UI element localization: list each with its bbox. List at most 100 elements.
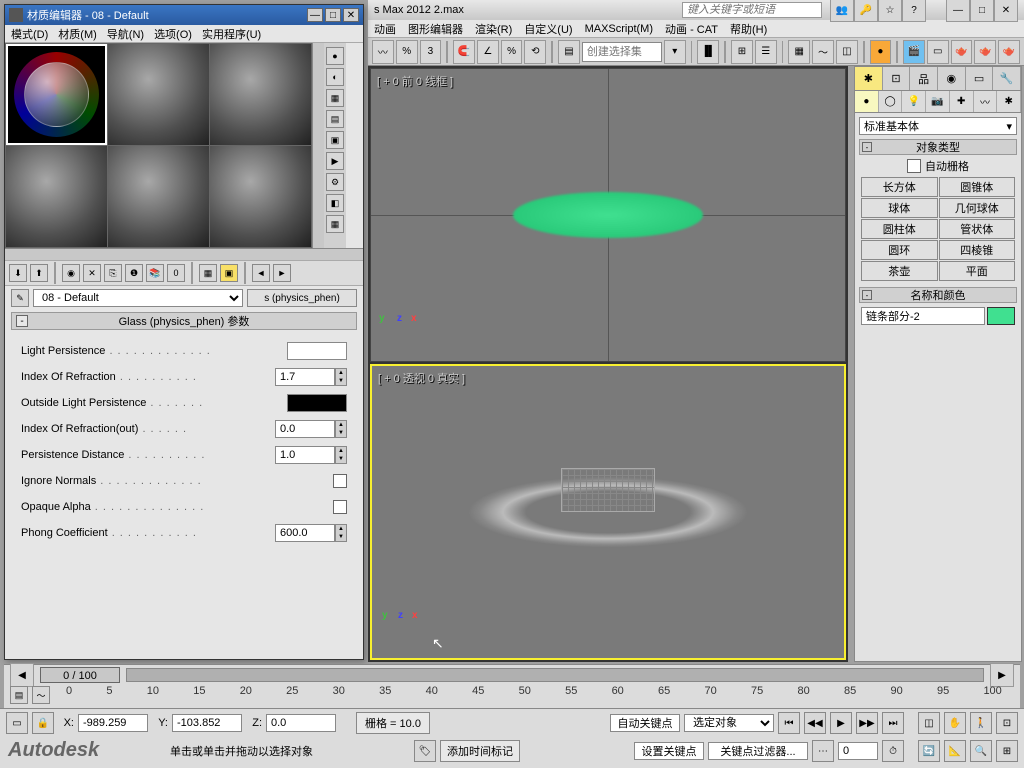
key-mode-dropdown[interactable]: 选定对象	[684, 714, 774, 732]
slots-scrollbar[interactable]	[312, 43, 324, 248]
menu-animation-cat[interactable]: 动画 - CAT	[665, 21, 718, 37]
arc-rotate-icon[interactable]: 🔄	[918, 740, 940, 762]
glass-rollout-header[interactable]: - Glass (physics_phen) 参数	[11, 312, 357, 330]
cameras-subtab[interactable]: 📷	[926, 91, 950, 112]
box-button[interactable]: 长方体	[861, 177, 938, 197]
viewport-front[interactable]: [ + 0 前 0 线框 ] z x y	[370, 68, 846, 362]
layers-icon[interactable]: ☰	[755, 40, 777, 64]
key-mode-toggle-icon[interactable]: ⋯	[812, 740, 834, 762]
x-coord-input[interactable]	[78, 714, 148, 732]
time-config-icon[interactable]: ⏱	[882, 740, 904, 762]
viewport-perspective[interactable]: [ + 0 透视 0 真实 ] z x y ↖	[370, 364, 846, 660]
selection-filter-icon[interactable]: ▤	[558, 40, 580, 64]
material-editor-icon[interactable]: ●	[870, 40, 892, 64]
material-slot-6[interactable]	[210, 146, 311, 247]
close-icon[interactable]: ✕	[343, 8, 359, 22]
zoom-extents-icon[interactable]: ⊡	[996, 712, 1018, 734]
key-icon[interactable]: 🔑	[854, 0, 878, 22]
hierarchy-tab[interactable]: 品	[910, 67, 938, 90]
info-icon[interactable]: 👥	[830, 0, 854, 22]
time-prev-icon[interactable]: ◀	[10, 663, 34, 687]
modify-tab[interactable]: ⊡	[883, 67, 911, 90]
ior-out-spinner-arrows[interactable]: ▲▼	[335, 420, 347, 438]
mat-menu-material[interactable]: 材质(M)	[58, 26, 97, 42]
prev-frame-icon[interactable]: ◀◀	[804, 712, 826, 734]
trackbar[interactable]: 0510 152025 303540 455055 606570 758085 …	[54, 685, 1014, 705]
render-prod-icon[interactable]: 🫖	[951, 40, 973, 64]
select-by-mat-icon[interactable]: ◧	[326, 194, 344, 212]
maxscript-listener-icon[interactable]: ▭	[6, 712, 28, 734]
mat-id-icon[interactable]: 0	[167, 264, 185, 282]
menu-rendering[interactable]: 渲染(R)	[475, 21, 512, 37]
graphite-icon[interactable]: ▦	[788, 40, 810, 64]
render-iter-icon[interactable]: 🫖	[974, 40, 996, 64]
render-setup-icon[interactable]: 🎬	[903, 40, 925, 64]
autogrid-checkbox[interactable]	[907, 159, 921, 173]
help-search-input[interactable]	[682, 2, 822, 18]
fov-icon[interactable]: 📐	[944, 740, 966, 762]
material-editor-titlebar[interactable]: 材质编辑器 - 08 - Default — □ ✕	[5, 5, 363, 25]
name-color-header[interactable]: - 名称和颜色	[859, 287, 1017, 303]
plane-button[interactable]: 平面	[939, 261, 1016, 281]
material-name-dropdown[interactable]: 08 - Default	[33, 289, 243, 307]
trackbar-curves-icon[interactable]: 〜	[32, 686, 50, 704]
help-icon[interactable]: ?	[902, 0, 926, 22]
render-icon[interactable]: 🫖	[998, 40, 1020, 64]
current-frame-input[interactable]	[838, 742, 878, 760]
menu-help[interactable]: 帮助(H)	[730, 21, 767, 37]
maximize-icon[interactable]: □	[970, 0, 994, 22]
object-color-swatch[interactable]	[987, 307, 1015, 325]
autokey-button[interactable]: 自动关键点	[610, 714, 680, 732]
make-unique-icon[interactable]: ❶	[125, 264, 143, 282]
isolate-icon[interactable]: ◫	[918, 712, 940, 734]
key-filters-button[interactable]: 关键点过滤器...	[708, 742, 808, 760]
ior-spinner-arrows[interactable]: ▲▼	[335, 368, 347, 386]
curve-editor-icon[interactable]: 〜	[812, 40, 834, 64]
menu-graph-editors[interactable]: 图形编辑器	[408, 21, 463, 37]
mat-menu-mode[interactable]: 模式(D)	[11, 26, 48, 42]
walk-icon[interactable]: 🚶	[970, 712, 992, 734]
close-icon[interactable]: ✕	[994, 0, 1018, 22]
go-sibling-icon[interactable]: ►	[273, 264, 291, 282]
viewport-persp-label[interactable]: [ + 0 透视 0 真实 ]	[378, 370, 465, 386]
ignore-normals-checkbox[interactable]	[333, 474, 347, 488]
sample-type-icon[interactable]: ●	[326, 47, 344, 65]
rollout-toggle-icon[interactable]: -	[16, 315, 28, 327]
create-tab[interactable]: ✱	[855, 67, 883, 90]
zoom-icon[interactable]: 🔍	[970, 740, 992, 762]
time-slider-track[interactable]	[126, 668, 984, 682]
make-copy-icon[interactable]: ⎘	[104, 264, 122, 282]
options-icon[interactable]: ⚙	[326, 173, 344, 191]
video-check-icon[interactable]: ▣	[326, 131, 344, 149]
torus-button[interactable]: 圆环	[861, 240, 938, 260]
geosphere-button[interactable]: 几何球体	[939, 198, 1016, 218]
persist-dist-spinner[interactable]: 1.0	[275, 446, 335, 464]
outside-light-color[interactable]	[287, 394, 347, 412]
slots-h-scrollbar[interactable]	[5, 248, 363, 260]
max-toggle-icon[interactable]: ⊞	[996, 740, 1018, 762]
percent-icon[interactable]: %	[396, 40, 418, 64]
systems-subtab[interactable]: ✱	[997, 91, 1021, 112]
minimize-icon[interactable]: —	[307, 8, 323, 22]
mat-menu-nav[interactable]: 导航(N)	[107, 26, 144, 42]
curve-icon[interactable]: 〰	[372, 40, 394, 64]
render-frame-icon[interactable]: ▭	[927, 40, 949, 64]
material-slot-1[interactable]	[6, 44, 107, 145]
time-tag-icon[interactable]: 🏷	[414, 740, 436, 762]
material-slot-4[interactable]	[6, 146, 107, 247]
cylinder-button[interactable]: 圆柱体	[861, 219, 938, 239]
show-in-vp-icon[interactable]: ▦	[199, 264, 217, 282]
spacewarps-subtab[interactable]: 〰	[974, 91, 998, 112]
add-time-tag[interactable]: 添加时间标记	[440, 740, 520, 762]
viewport-front-label[interactable]: [ + 0 前 0 线框 ]	[377, 73, 453, 89]
helpers-subtab[interactable]: ✚	[950, 91, 974, 112]
menu-animation[interactable]: 动画	[374, 21, 396, 37]
light-persistence-color[interactable]	[287, 342, 347, 360]
next-frame-icon[interactable]: ▶▶	[856, 712, 878, 734]
backlight-icon[interactable]: ◐	[326, 68, 344, 86]
geometry-category-dropdown[interactable]: 标准基本体▾	[859, 117, 1017, 135]
cone-button[interactable]: 圆锥体	[939, 177, 1016, 197]
material-slot-5[interactable]	[108, 146, 209, 247]
dropdown-arrow-icon[interactable]: ▾	[664, 40, 686, 64]
mat-map-nav-icon[interactable]: ▦	[326, 215, 344, 233]
